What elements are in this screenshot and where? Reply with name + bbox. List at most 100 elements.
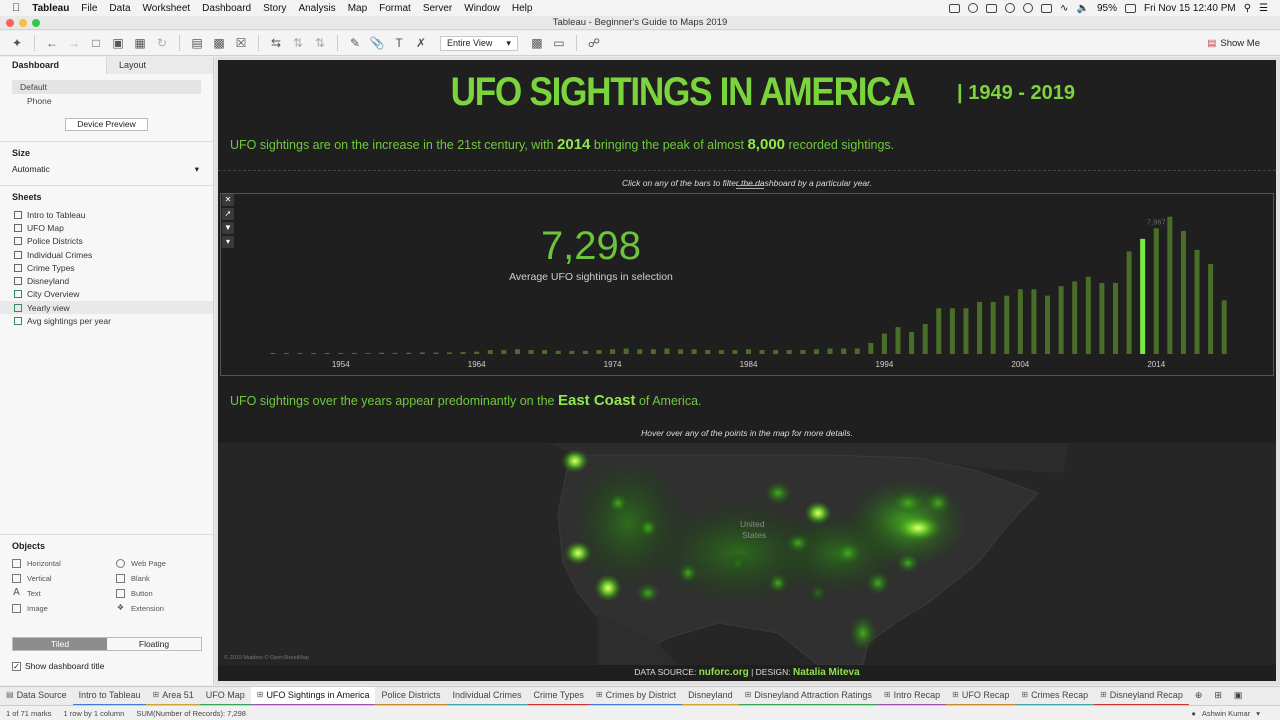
bar-1960[interactable]	[419, 352, 425, 354]
bar-1991[interactable]	[841, 348, 847, 354]
object-extension[interactable]: ❖ Extension	[116, 603, 216, 613]
sort-descending-icon[interactable]: ⇅	[311, 34, 329, 52]
bar-1949[interactable]	[270, 353, 276, 354]
bar-1989[interactable]	[813, 349, 819, 354]
bar-1954[interactable]	[338, 353, 344, 354]
more-options-icon[interactable]: ▾	[222, 236, 234, 248]
duplicate-sheet-icon[interactable]: ▩	[210, 34, 228, 52]
user-menu[interactable]: ● Ashwin Kumar ▾	[1191, 709, 1260, 718]
bar-1983[interactable]	[732, 350, 738, 354]
sheet-tab[interactable]: UFO Map	[199, 687, 251, 706]
bar-1950[interactable]	[283, 353, 289, 354]
wifi-icon[interactable]: ∿	[1060, 3, 1068, 14]
airplay-icon[interactable]	[1041, 3, 1053, 13]
bar-1985[interactable]	[759, 350, 765, 354]
bar-1997[interactable]	[922, 324, 928, 354]
drag-handle[interactable]	[736, 185, 764, 189]
bar-1999[interactable]	[949, 308, 955, 354]
object-text[interactable]: A Text	[12, 587, 116, 598]
sheet-tab[interactable]: Intro to Tableau	[72, 687, 147, 706]
object-vertical[interactable]: Vertical	[12, 573, 116, 583]
presentation-mode-icon[interactable]: ▭	[550, 34, 568, 52]
bar-1994[interactable]	[881, 333, 887, 354]
menu-window[interactable]: Window	[458, 3, 506, 14]
size-dropdown[interactable]: Automatic ▾	[0, 158, 213, 175]
bar-1986[interactable]	[773, 350, 779, 354]
close-window-button[interactable]	[6, 19, 14, 27]
bar-1990[interactable]	[827, 348, 833, 354]
sheet-item[interactable]: Intro to Tableau	[0, 208, 213, 221]
minimize-window-button[interactable]	[19, 19, 27, 27]
bar-2016[interactable]	[1180, 230, 1186, 354]
notification-center-icon[interactable]: ☰	[1259, 3, 1268, 14]
bar-2011[interactable]	[1112, 283, 1118, 354]
bar-1964[interactable]	[474, 351, 480, 354]
sheet-tab[interactable]: Disneyland	[682, 687, 739, 706]
bar-2000[interactable]	[963, 308, 969, 354]
floating-button[interactable]: Floating	[107, 638, 201, 650]
sheet-item[interactable]: Yearly view	[0, 301, 213, 315]
bar-1973[interactable]	[596, 350, 602, 354]
object-image[interactable]: Image	[12, 603, 116, 613]
fix-axes-icon[interactable]: ✗	[412, 34, 430, 52]
menu-dashboard[interactable]: Dashboard	[196, 3, 257, 14]
bar-1988[interactable]	[800, 350, 806, 354]
dropbox-icon[interactable]	[986, 3, 998, 13]
bar-2019[interactable]	[1221, 300, 1227, 354]
sheet-tab[interactable]: ⊞ UFO Sightings in America	[250, 686, 376, 706]
bar-1968[interactable]	[528, 350, 534, 354]
show-title-checkbox[interactable]: ✓	[12, 661, 21, 671]
bar-1998[interactable]	[936, 308, 942, 354]
bar-1953[interactable]	[324, 353, 330, 354]
bar-1951[interactable]	[297, 353, 303, 354]
bar-2018[interactable]	[1208, 264, 1214, 354]
bar-2010[interactable]	[1099, 283, 1105, 354]
bar-1978[interactable]	[664, 348, 670, 354]
bar-2015[interactable]	[1167, 216, 1173, 354]
bar-1971[interactable]	[569, 350, 575, 354]
sheet-tab[interactable]: ⊞ Area 51	[146, 687, 200, 706]
object-button[interactable]: Button	[116, 588, 216, 598]
volume-icon[interactable]: 🔈	[1077, 3, 1089, 14]
sheet-tab[interactable]: Crime Types	[527, 687, 590, 706]
redo-icon[interactable]: →	[65, 34, 83, 52]
bar-1957[interactable]	[379, 352, 385, 354]
bar-1976[interactable]	[637, 349, 643, 354]
sheet-item[interactable]: UFO Map	[0, 221, 213, 234]
new-data-source-icon[interactable]: ▣	[109, 34, 127, 52]
new-story-tab-icon[interactable]: ▣	[1228, 687, 1249, 706]
menu-format[interactable]: Format	[373, 3, 417, 14]
bar-1962[interactable]	[446, 352, 452, 354]
bar-1981[interactable]	[705, 350, 711, 354]
tab-layout[interactable]: Layout	[106, 57, 213, 74]
bar-1955[interactable]	[351, 353, 357, 354]
sheet-item[interactable]: Avg sightings per year	[0, 314, 213, 327]
bar-1979[interactable]	[678, 349, 684, 354]
sheet-tab[interactable]: Police Districts	[375, 687, 447, 706]
object-blank[interactable]: Blank	[116, 573, 216, 583]
share-icon[interactable]: ☍	[585, 34, 603, 52]
sheet-item[interactable]: Police Districts	[0, 235, 213, 248]
device-phone[interactable]: Phone	[0, 94, 213, 108]
sync-icon[interactable]	[968, 3, 979, 13]
ufo-density-map[interactable]: United States © 2019 Mapbox © OpenStreet…	[218, 443, 1276, 665]
battery-icon[interactable]	[1124, 3, 1136, 13]
swap-icon[interactable]: ⇆	[267, 34, 285, 52]
sheet-tab[interactable]: ⊞ Crimes Recap	[1015, 687, 1095, 706]
sort-ascending-icon[interactable]: ⇅	[289, 34, 307, 52]
highlight-icon[interactable]: ✎	[346, 34, 364, 52]
sheet-item[interactable]: Crime Types	[0, 261, 213, 274]
bar-1969[interactable]	[542, 350, 548, 354]
bar-1974[interactable]	[610, 349, 616, 354]
sheet-tab[interactable]: ⊞ Disneyland Recap	[1094, 687, 1189, 706]
bar-1984[interactable]	[746, 349, 751, 354]
menu-analysis[interactable]: Analysis	[292, 3, 341, 14]
spotlight-icon[interactable]: ⚲	[1244, 3, 1251, 14]
yearly-bar-chart[interactable]: 7,967 1954 1964 1974 1984 1994 2004 2014 7,298 …	[220, 193, 1274, 376]
object-web-page[interactable]: Web Page	[116, 558, 216, 568]
menu-data[interactable]: Data	[103, 3, 136, 14]
bar-1977[interactable]	[650, 349, 656, 354]
sheet-item[interactable]: Disneyland	[0, 274, 213, 287]
bar-2003[interactable]	[1004, 295, 1010, 354]
apple-icon[interactable]: 	[0, 2, 26, 14]
